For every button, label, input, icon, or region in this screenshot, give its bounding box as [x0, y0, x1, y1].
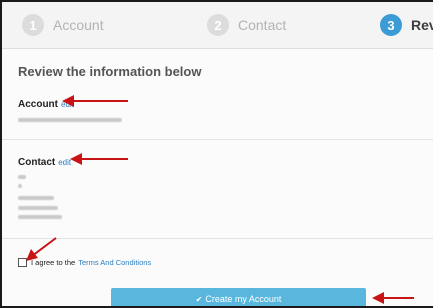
- create-account-label: Create my Account: [205, 294, 282, 304]
- contact-section-title: Contact edit: [18, 157, 71, 168]
- step-review[interactable]: 3 Rev: [380, 12, 433, 38]
- step-label-account: Account: [53, 17, 104, 33]
- section-divider: [2, 139, 433, 140]
- blurred-email: [18, 118, 122, 122]
- step-contact[interactable]: 2 Contact: [207, 12, 286, 38]
- checkmark-icon: ✔: [195, 294, 203, 304]
- step-number-1: 1: [22, 14, 44, 36]
- blurred-contact-line: [18, 215, 62, 219]
- step-account[interactable]: 1 Account: [22, 12, 104, 38]
- annotation-arrow-icon: [70, 153, 128, 165]
- blurred-contact-line: [18, 206, 58, 210]
- account-title-text: Account: [18, 99, 58, 110]
- terms-link[interactable]: Terms And Conditions: [78, 258, 151, 267]
- review-heading: Review the information below: [18, 64, 202, 79]
- annotation-arrow-icon: [372, 292, 414, 304]
- section-divider: [2, 238, 433, 239]
- blurred-contact-line: [18, 196, 54, 200]
- blurred-contact-line: [18, 175, 26, 179]
- contact-title-text: Contact: [18, 157, 56, 168]
- step-indicator: 1 Account 2 Contact 3 Rev: [2, 2, 433, 49]
- annotation-arrow-icon: [62, 95, 128, 107]
- blurred-contact-line: [18, 184, 22, 188]
- step-label-contact: Contact: [238, 17, 287, 33]
- step-number-3: 3: [380, 14, 402, 36]
- step-label-review: Rev: [411, 17, 433, 33]
- create-account-button[interactable]: ✔ Create my Account: [111, 288, 366, 306]
- annotation-arrow-icon: [26, 237, 57, 261]
- step-number-2: 2: [207, 14, 229, 36]
- signup-wizard: 1 Account 2 Contact 3 Rev Review the inf…: [0, 0, 433, 308]
